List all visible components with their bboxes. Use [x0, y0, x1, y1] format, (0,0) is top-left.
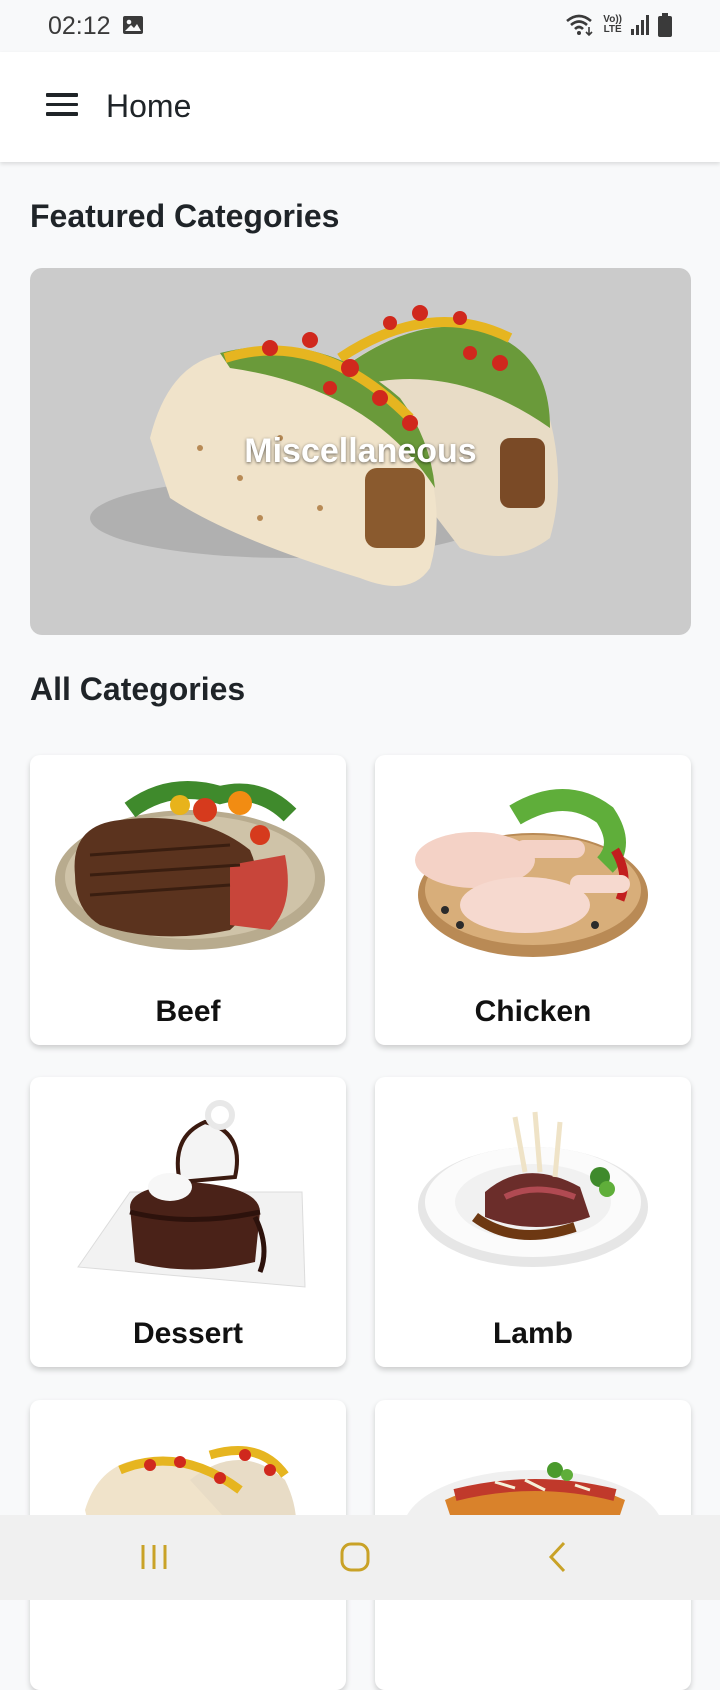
category-card-dessert[interactable]: Dessert — [30, 1077, 346, 1367]
chocolate-cake-image — [77, 1100, 306, 1288]
raw-chicken-legs-image — [415, 789, 648, 957]
status-icons: Vo)) LTE — [565, 13, 672, 37]
page-title: Home — [106, 88, 192, 124]
volte-bottom: LTE — [603, 24, 622, 35]
hamburger-menu-icon[interactable] — [46, 93, 78, 121]
volte-icon: Vo)) LTE — [603, 15, 622, 35]
app-bar: Home — [0, 52, 720, 162]
category-card-lamb[interactable]: Lamb — [375, 1077, 691, 1367]
image-icon — [123, 16, 143, 34]
category-label: Dessert — [132, 1317, 244, 1350]
lamb-rack-image — [418, 1111, 648, 1267]
steak-plate-image — [55, 781, 325, 950]
signal-icon — [631, 15, 649, 35]
wifi-icon — [566, 14, 593, 37]
home-button[interactable] — [296, 1515, 416, 1600]
recent-apps-button[interactable] — [95, 1515, 215, 1600]
battery-icon — [658, 13, 672, 37]
category-card-beef[interactable]: Beef — [30, 755, 346, 1045]
category-label: Beef — [155, 995, 221, 1028]
category-label: Chicken — [474, 995, 592, 1028]
featured-category-card[interactable]: Miscellaneous — [30, 268, 691, 635]
home-icon — [340, 1542, 370, 1572]
featured-section-title: Featured Categories — [30, 198, 340, 234]
status-time: 02:12 — [48, 12, 111, 40]
back-button[interactable] — [497, 1515, 617, 1600]
recent-apps-icon — [141, 1545, 167, 1569]
status-bar: 02:12 Vo)) LTE — [0, 0, 720, 52]
back-icon — [548, 1541, 566, 1573]
category-label: Lamb — [492, 1317, 573, 1350]
all-categories-section-title: All Categories — [30, 671, 246, 707]
system-nav-bar — [0, 1515, 720, 1600]
featured-card-label: Miscellaneous — [244, 432, 477, 470]
category-card-chicken[interactable]: Chicken — [375, 755, 691, 1045]
